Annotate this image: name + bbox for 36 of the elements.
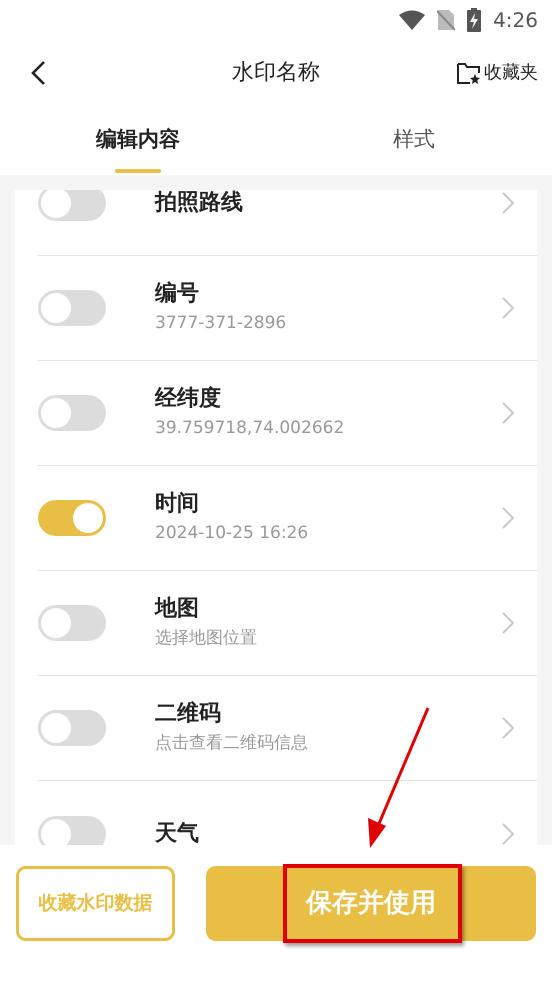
status-time: 4:26 (493, 7, 538, 34)
item-title: 编号 (155, 280, 200, 308)
item-subtitle: 选择地图位置 (155, 627, 258, 650)
item-title: 地图 (155, 595, 200, 624)
chevron-right-icon[interactable] (502, 507, 514, 529)
item-title: 二维码 (155, 700, 222, 728)
chevron-right-icon[interactable] (502, 297, 514, 319)
chevron-right-icon[interactable] (502, 822, 514, 844)
page-title: 水印名称 (232, 59, 320, 87)
wifi-icon (399, 10, 426, 30)
back-icon[interactable] (30, 60, 46, 86)
chevron-right-icon[interactable] (502, 402, 514, 424)
toggle-switch[interactable] (38, 190, 106, 221)
item-subtitle: 点击查看二维码信息 (155, 732, 309, 756)
toggle-switch[interactable] (38, 816, 106, 845)
toggle-switch[interactable] (38, 500, 106, 536)
item-subtitle: 3777-371-2896 (155, 312, 288, 336)
toggle-switch[interactable] (38, 605, 106, 641)
item-title: 经纬度 (155, 384, 222, 414)
chevron-right-icon[interactable] (502, 192, 514, 214)
item-subtitle: 39.759718,74.002662 (155, 417, 346, 440)
chevron-right-icon[interactable] (502, 717, 514, 739)
tab[interactable]: 编辑内容 (0, 105, 276, 175)
toggle-switch[interactable] (38, 395, 106, 431)
toggle-switch[interactable] (38, 710, 106, 746)
favorites-button[interactable]: 收藏夹 (456, 59, 538, 86)
item-title: 拍照路线 (155, 190, 244, 217)
tab[interactable]: 样式 (276, 105, 552, 175)
item-subtitle: 2024-10-25 16:26 (155, 522, 310, 546)
item-title: 时间 (155, 490, 200, 518)
battery-charging-icon (467, 8, 482, 32)
no-sim-icon (437, 9, 456, 31)
chevron-right-icon[interactable] (502, 612, 514, 634)
toggle-switch[interactable] (38, 290, 106, 326)
item-title: 天气 (155, 820, 200, 845)
folder-star-icon (456, 60, 482, 84)
